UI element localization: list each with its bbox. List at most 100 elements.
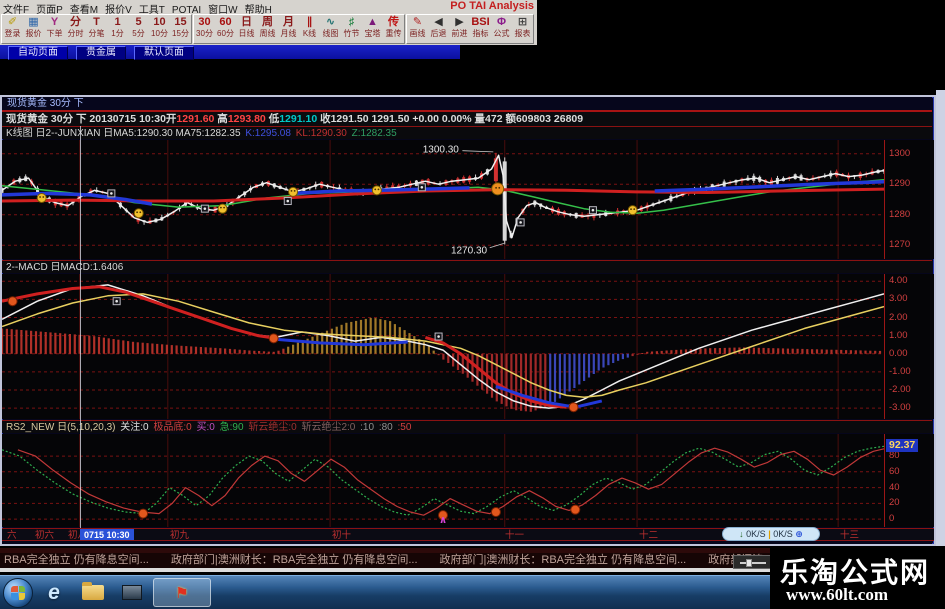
text-segment: 极品底:0: [153, 422, 194, 433]
toolbar-button-K线[interactable]: ∥K线: [299, 15, 320, 43]
axis-label: 1270: [889, 239, 910, 250]
toolbar-button-60分[interactable]: 6060分: [215, 15, 236, 43]
text-segment: :10: [360, 422, 377, 433]
last-value-badge: 92.37: [886, 439, 918, 452]
toolbar-button-报价[interactable]: ▦报价: [23, 15, 44, 43]
axis-label: 40: [889, 482, 900, 493]
rsi-header: RS2_NEW 日(5,10,20,3) 关注:0 极品底:0 买:0 急:90…: [2, 420, 932, 433]
toolbar-icon-日线: 日: [236, 15, 257, 29]
toolbar-button-后退[interactable]: ◀后退: [428, 15, 449, 43]
toolbar-label: 30分: [194, 29, 215, 38]
network-speed-widget[interactable]: ↓ 0K/S | 0K/S ⊕: [722, 527, 820, 541]
toolbar-button-画线[interactable]: ✎画线: [407, 15, 428, 43]
time-tick: 初九: [170, 530, 189, 541]
axis-label: 3.00: [889, 293, 908, 304]
kline-header: K线图 日2--JUNXIAN 日MA5:1290.30 MA75:1282.3…: [2, 126, 932, 139]
toolbar-button-登录[interactable]: ✐登录: [2, 15, 23, 43]
toolbar-button-报表[interactable]: ⊞报表: [512, 15, 533, 43]
toolbar-label: 报表: [512, 29, 533, 38]
time-tick: 初六: [35, 530, 54, 541]
window-title: 现货黄金 30分 下: [2, 97, 932, 110]
toolbar-button-10分[interactable]: 1010分: [149, 15, 170, 43]
toolbar-label: 15分: [170, 29, 191, 38]
toolbar-label: 月线: [278, 29, 299, 38]
toolbar-button-月线[interactable]: 月月线: [278, 15, 299, 43]
main-axis: 1300129012801270: [884, 140, 934, 259]
toolbar-label: 竹节: [341, 29, 362, 38]
page-tab-自动页面[interactable]: 自动页面: [8, 46, 68, 60]
toolbar-button-日线[interactable]: 日日线: [236, 15, 257, 43]
volume-slider[interactable]: [733, 555, 773, 569]
taskbar-item-trading-app[interactable]: ⚑: [153, 578, 211, 607]
window-icon: [122, 585, 142, 600]
separator-icon: |: [768, 529, 771, 539]
toolbar-button-指标[interactable]: BSI指标: [470, 15, 491, 43]
axis-label: 60: [889, 466, 900, 477]
toolbar-button-下单[interactable]: Y下单: [44, 15, 65, 43]
toolbar-button-公式[interactable]: Φ公式: [491, 15, 512, 43]
toolbar-icon-分笔: T: [86, 15, 107, 29]
toolbar-button-分笔[interactable]: T分笔: [86, 15, 107, 43]
axis-label: -3.00: [889, 402, 911, 413]
toolbar-group: ✎画线◀后退▶前进BSI指标Φ公式⊞报表: [406, 14, 534, 44]
toolbar-icon-K线: ∥: [299, 15, 320, 29]
main-chart[interactable]: 1300.301270.30: [2, 140, 884, 259]
text-segment: 1291.60: [176, 113, 214, 125]
text-segment: 收: [317, 113, 330, 125]
text-segment: 急:90: [220, 422, 247, 433]
toolbar-button-分时[interactable]: 分分时: [65, 15, 86, 43]
toolbar-icon-15分: 15: [170, 15, 191, 29]
slider-knob[interactable]: [746, 559, 752, 567]
screen: 文件F页面P查看M报价V工具TPOTAI窗口W帮助H PO TAI Analys…: [0, 0, 945, 609]
folder-icon: [82, 585, 104, 600]
time-cursor: 0715 10:30: [80, 529, 134, 541]
toolbar-button-15分[interactable]: 1515分: [170, 15, 191, 43]
slider-track: [740, 562, 766, 564]
watermark-url: www.60lt.com: [786, 585, 888, 605]
taskbar-item-explorer[interactable]: [75, 578, 111, 607]
text-segment: KL:1290.30: [296, 128, 350, 139]
toolbar-label: 重传: [383, 29, 404, 38]
macd-chart[interactable]: [2, 274, 884, 419]
page-tab-贵金属[interactable]: 贵金属: [76, 46, 126, 60]
text-segment: 现货黄金 30分 下 20130715 10:30开: [6, 113, 176, 125]
taskbar-item-window[interactable]: [114, 578, 150, 607]
text-segment: Z:1282.35: [352, 128, 397, 139]
toolbar-button-前进[interactable]: ▶前进: [449, 15, 470, 43]
toolbar-button-周线[interactable]: 周周线: [257, 15, 278, 43]
toolbar-icon-10分: 10: [149, 15, 170, 29]
toolbar-label: 日线: [236, 29, 257, 38]
time-tick: 六: [7, 530, 17, 541]
toolbar-button-重传[interactable]: 传重传: [383, 15, 404, 43]
toolbar-icon-后退: ◀: [428, 15, 449, 29]
toolbar-button-线图[interactable]: ∿线图: [320, 15, 341, 43]
upload-speed: 0K/S: [773, 529, 793, 539]
toolbar-label: 分时: [65, 29, 86, 38]
time-tick: 十二: [639, 530, 658, 541]
toolbar-button-30分[interactable]: 3030分: [194, 15, 215, 43]
toolbar-button-5分[interactable]: 55分: [128, 15, 149, 43]
toolbar-button-宝塔[interactable]: ▲宝塔: [362, 15, 383, 43]
rsi-chart[interactable]: ∧: [2, 434, 884, 527]
toolbar-icon-指标: BSI: [470, 15, 491, 29]
text-segment: 高: [214, 113, 227, 125]
start-button[interactable]: [3, 578, 33, 608]
text-segment: 低: [266, 113, 279, 125]
page-tab-默认页面[interactable]: 默认页面: [134, 46, 194, 60]
taskbar-item-ie[interactable]: e: [36, 578, 72, 607]
toolbar-label: 分笔: [86, 29, 107, 38]
text-segment: 斩云绝尘2:0: [301, 422, 358, 433]
toolbar-icon-报价: ▦: [23, 15, 44, 29]
axis-label: 1290: [889, 178, 910, 189]
toolbar-icon-5分: 5: [128, 15, 149, 29]
toolbar-icon-报表: ⊞: [512, 15, 533, 29]
toolbar-icon-下单: Y: [44, 15, 65, 29]
axis-label: 0: [889, 513, 894, 524]
toolbar-button-竹节[interactable]: ♯竹节: [341, 15, 362, 43]
toolbar-icon-线图: ∿: [320, 15, 341, 29]
window-right-edge: [936, 90, 945, 546]
trading-app-icon: ⚑: [175, 584, 188, 602]
toolbar-button-1分[interactable]: 11分: [107, 15, 128, 43]
toolbar-label: 前进: [449, 29, 470, 38]
svg-text:1270.30: 1270.30: [451, 246, 488, 257]
